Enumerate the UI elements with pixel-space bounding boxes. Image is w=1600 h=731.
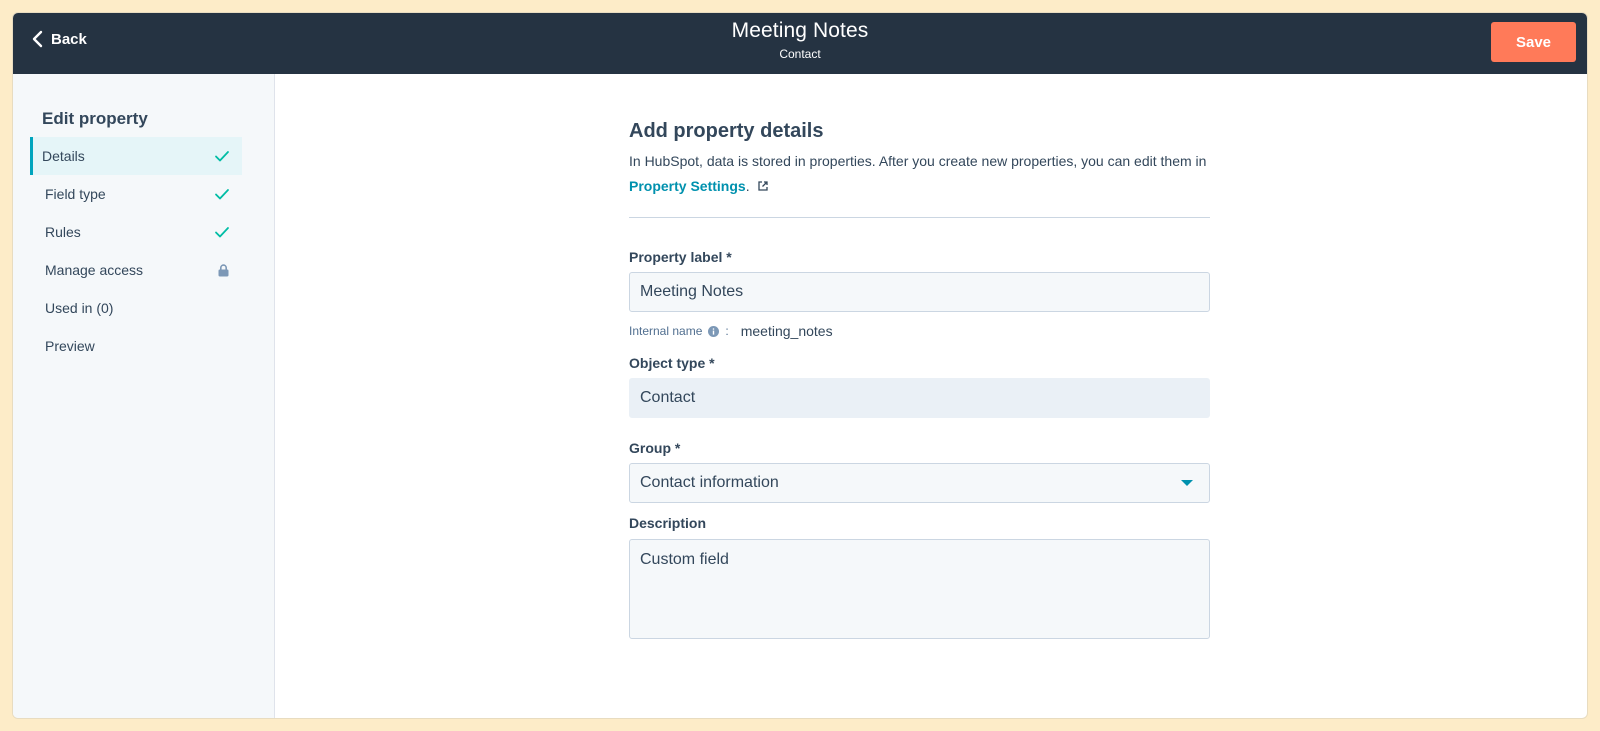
- internal-name-separator: :: [725, 324, 729, 338]
- check-icon: [215, 189, 229, 200]
- section-divider: [629, 217, 1210, 218]
- sidebar-item-label: Rules: [45, 224, 81, 240]
- sidebar-item-manage-access[interactable]: Manage access: [30, 251, 242, 289]
- property-settings-link[interactable]: Property Settings: [629, 178, 746, 194]
- sidebar-item-label: Preview: [45, 338, 95, 354]
- internal-name-row: Internal name : meeting_notes: [629, 323, 1210, 339]
- info-icon[interactable]: [708, 325, 720, 337]
- check-icon: [215, 227, 229, 238]
- sidebar-item-preview[interactable]: Preview: [30, 327, 242, 365]
- sidebar-item-used-in[interactable]: Used in (0): [30, 289, 242, 327]
- lock-icon: [218, 263, 229, 276]
- sidebar: Edit property Details Field type Rules M…: [13, 74, 275, 718]
- back-button[interactable]: Back: [31, 30, 87, 48]
- group-label: Group *: [629, 440, 681, 456]
- check-icon: [215, 151, 229, 162]
- intro-end: .: [745, 178, 750, 194]
- sidebar-nav: Details Field type Rules Manage access U…: [30, 137, 242, 365]
- group-select[interactable]: Contact information: [629, 463, 1210, 503]
- page-title: Meeting Notes: [731, 19, 869, 42]
- sidebar-item-field-type[interactable]: Field type: [30, 175, 242, 213]
- group-value: Contact information: [640, 474, 779, 491]
- page-subtitle: Contact: [779, 47, 821, 61]
- description-textarea[interactable]: Custom field: [629, 539, 1210, 639]
- external-link-icon[interactable]: [757, 180, 769, 192]
- object-type-value: Contact: [640, 389, 696, 406]
- property-form: Add property details In HubSpot, data is…: [629, 120, 1210, 639]
- sidebar-item-label: Manage access: [45, 262, 144, 278]
- sidebar-item-label: Used in (0): [45, 300, 114, 316]
- header-title-group: Meeting Notes Contact: [13, 19, 1587, 61]
- back-label: Back: [51, 30, 87, 48]
- internal-name-label: Internal name: [629, 324, 703, 338]
- description-label: Description: [629, 515, 707, 531]
- header-bar: Back Meeting Notes Contact Save: [13, 13, 1587, 74]
- property-label-input[interactable]: [629, 272, 1210, 312]
- object-type-field: Contact: [629, 378, 1210, 418]
- property-label-label: Property label *: [629, 249, 732, 265]
- caret-down-icon: [1181, 480, 1193, 486]
- sidebar-item-details[interactable]: Details: [30, 137, 242, 175]
- internal-name-value: meeting_notes: [740, 323, 833, 339]
- app-window: Back Meeting Notes Contact Save Edit pro…: [12, 12, 1588, 719]
- intro-text: In HubSpot, data is stored in properties…: [629, 149, 1210, 199]
- main-panel: Add property details In HubSpot, data is…: [276, 74, 1587, 718]
- sidebar-heading: Edit property: [42, 109, 148, 128]
- chevron-left-icon: [31, 30, 43, 48]
- object-type-label: Object type *: [629, 355, 715, 371]
- property-settings-link-label: Property Settings: [629, 178, 746, 194]
- sidebar-item-label: Field type: [45, 186, 106, 202]
- sidebar-item-label: Details: [42, 148, 85, 164]
- sidebar-item-rules[interactable]: Rules: [30, 213, 242, 251]
- intro-body: In HubSpot, data is stored in properties…: [629, 153, 1207, 169]
- save-button[interactable]: Save: [1491, 22, 1576, 62]
- section-heading: Add property details: [629, 120, 824, 142]
